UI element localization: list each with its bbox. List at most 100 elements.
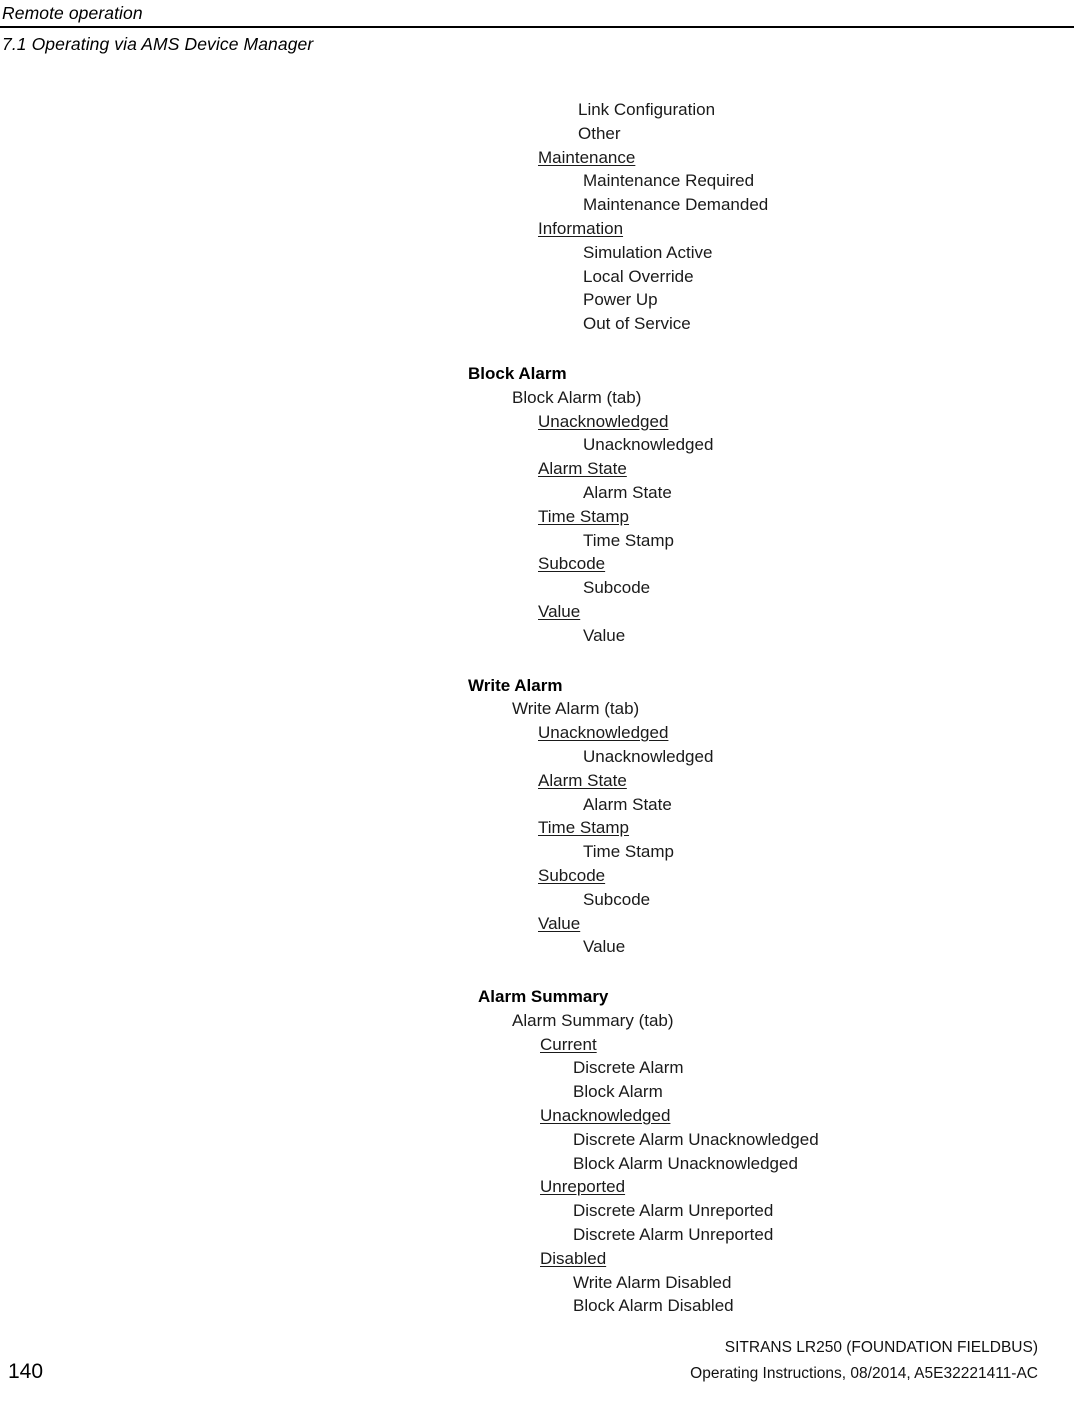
outline-group-heading: Alarm State: [0, 769, 1074, 793]
outline-node-label: Maintenance: [538, 147, 636, 167]
page-header: Remote operation 7.1 Operating via AMS D…: [0, 0, 1074, 55]
outline-node-label: Write Alarm Disabled: [573, 1272, 732, 1292]
outline-group-heading: Current: [0, 1033, 1074, 1057]
outline-group-heading: Value: [0, 912, 1074, 936]
outline-group-heading: Alarm State: [0, 457, 1074, 481]
outline-node-label: Discrete Alarm Unreported: [573, 1201, 774, 1221]
footer-document-info: SITRANS LR250 (FOUNDATION FIELDBUS) Oper…: [690, 1335, 1038, 1387]
outline-node-label: Time Stamp: [538, 818, 630, 838]
outline-item: Power Up: [0, 288, 1074, 312]
outline-node-label: Block Alarm: [468, 363, 567, 383]
outline-node-label: Value: [583, 937, 626, 957]
outline-item: Maintenance Demanded: [0, 193, 1074, 217]
outline-group-heading: Unacknowledged: [0, 1104, 1074, 1128]
outline-section-heading: Block Alarm: [0, 362, 1074, 386]
outline-node-label: Subcode: [538, 554, 606, 574]
outline-node-label: Unacknowledged: [583, 435, 714, 455]
outline-node-label: Maintenance Required: [583, 171, 755, 191]
menu-structure-outline: Link Configuration Other Maintenance Mainte…: [0, 98, 1074, 1318]
outline-item: Block Alarm Disabled: [0, 1294, 1074, 1318]
page-number: 140: [8, 1360, 44, 1383]
outline-tab-label: Alarm Summary (tab): [0, 1009, 1074, 1033]
outline-node-label: Write Alarm (tab): [512, 699, 640, 719]
footer-product-line: SITRANS LR250 (FOUNDATION FIELDBUS): [724, 1339, 1038, 1356]
outline-node-label: Alarm Summary: [478, 987, 609, 1007]
outline-group-heading: Subcode: [0, 864, 1074, 888]
outline-item: Discrete Alarm Unreported: [0, 1223, 1074, 1247]
outline-item: Unacknowledged: [0, 433, 1074, 457]
outline-item: Time Stamp: [0, 840, 1074, 864]
outline-node-label: Unacknowledged: [583, 746, 714, 766]
outline-group-heading: Time Stamp: [0, 505, 1074, 529]
outline-item: Maintenance Required: [0, 169, 1074, 193]
section-heading: 7.1 Operating via AMS Device Manager: [2, 34, 314, 54]
outline-node-label: Value: [538, 913, 581, 933]
outline-node-label: Subcode: [583, 889, 651, 909]
outline-node-label: Alarm State: [538, 770, 627, 790]
outline-node-label: Alarm Summary (tab): [512, 1010, 674, 1030]
outline-tab-label: Write Alarm (tab): [0, 697, 1074, 721]
outline-node-label: Unacknowledged: [538, 411, 669, 431]
outline-item: Unacknowledged: [0, 745, 1074, 769]
outline-group-heading: Subcode: [0, 552, 1074, 576]
outline-node-label: Discrete Alarm Unreported: [573, 1225, 774, 1245]
outline-group-heading: Value: [0, 600, 1074, 624]
outline-node-label: Alarm State: [583, 794, 672, 814]
outline-section-heading: Alarm Summary: [0, 985, 1074, 1009]
outline-item: Block Alarm Unacknowledged: [0, 1152, 1074, 1176]
outline-node-label: Time Stamp: [538, 506, 630, 526]
outline-node-label: Information: [538, 218, 624, 238]
outline-node-label: Value: [583, 625, 626, 645]
outline-item: Alarm State: [0, 793, 1074, 817]
outline-group-heading: Unreported: [0, 1175, 1074, 1199]
outline-node-label: Unacknowledged: [540, 1106, 671, 1126]
outline-node-label: Subcode: [583, 578, 651, 598]
outline-node-label: Other: [578, 123, 621, 143]
outline-node-label: Power Up: [583, 290, 658, 310]
outline-item: Block Alarm: [0, 1080, 1074, 1104]
outline-node-label: Current: [540, 1034, 597, 1054]
outline-node-label: Time Stamp: [583, 530, 675, 550]
outline-node-label: Unreported: [540, 1177, 626, 1197]
outline-section-heading: Write Alarm: [0, 674, 1074, 698]
outline-node-label: Local Override: [583, 266, 694, 286]
outline-item: Discrete Alarm Unreported: [0, 1199, 1074, 1223]
outline-node-label: Block Alarm Disabled: [573, 1296, 734, 1316]
outline-node-label: Alarm State: [583, 482, 672, 502]
footer-document-line: Operating Instructions, 08/2014, A5E3222…: [690, 1365, 1038, 1382]
outline-group-heading: Unacknowledged: [0, 410, 1074, 434]
outline-node-label: Out of Service: [583, 314, 691, 334]
outline-item: Simulation Active: [0, 241, 1074, 265]
outline-node-label: Unacknowledged: [538, 723, 669, 743]
outline-item: Subcode: [0, 888, 1074, 912]
outline-node-label: Link Configuration: [578, 100, 716, 119]
outline-node-label: Subcode: [538, 865, 606, 885]
outline-group-heading: Information: [0, 217, 1074, 241]
outline-node-label: Disabled: [540, 1248, 607, 1268]
outline-group-heading: Unacknowledged: [0, 721, 1074, 745]
outline-node-label: Time Stamp: [583, 842, 675, 862]
outline-group-heading: Maintenance: [0, 146, 1074, 170]
outline-tab-label: Block Alarm (tab): [0, 386, 1074, 410]
outline-node-label: Discrete Alarm Unacknowledged: [573, 1129, 819, 1149]
outline-item: Link Configuration: [0, 98, 1074, 122]
outline-node-label: Value: [538, 601, 581, 621]
outline-node-label: Block Alarm: [573, 1082, 663, 1102]
outline-item: Subcode: [0, 576, 1074, 600]
outline-item: Discrete Alarm Unacknowledged: [0, 1128, 1074, 1152]
outline-item: Out of Service: [0, 312, 1074, 336]
outline-group-heading: Time Stamp: [0, 816, 1074, 840]
running-header-title: Remote operation: [2, 3, 143, 23]
outline-node-label: Discrete Alarm: [573, 1058, 684, 1078]
outline-item: Write Alarm Disabled: [0, 1271, 1074, 1295]
outline-node-label: Alarm State: [538, 459, 627, 479]
outline-node-label: Maintenance Demanded: [583, 195, 769, 215]
outline-item: Value: [0, 624, 1074, 648]
outline-item: Alarm State: [0, 481, 1074, 505]
outline-node-label: Write Alarm: [468, 675, 563, 695]
page-footer: 140 SITRANS LR250 (FOUNDATION FIELDBUS) …: [0, 1327, 1074, 1387]
outline-node-label: Simulation Active: [583, 242, 713, 262]
outline-node-label: Block Alarm Unacknowledged: [573, 1153, 798, 1173]
outline-item: Local Override: [0, 265, 1074, 289]
outline-item: Other: [0, 122, 1074, 146]
